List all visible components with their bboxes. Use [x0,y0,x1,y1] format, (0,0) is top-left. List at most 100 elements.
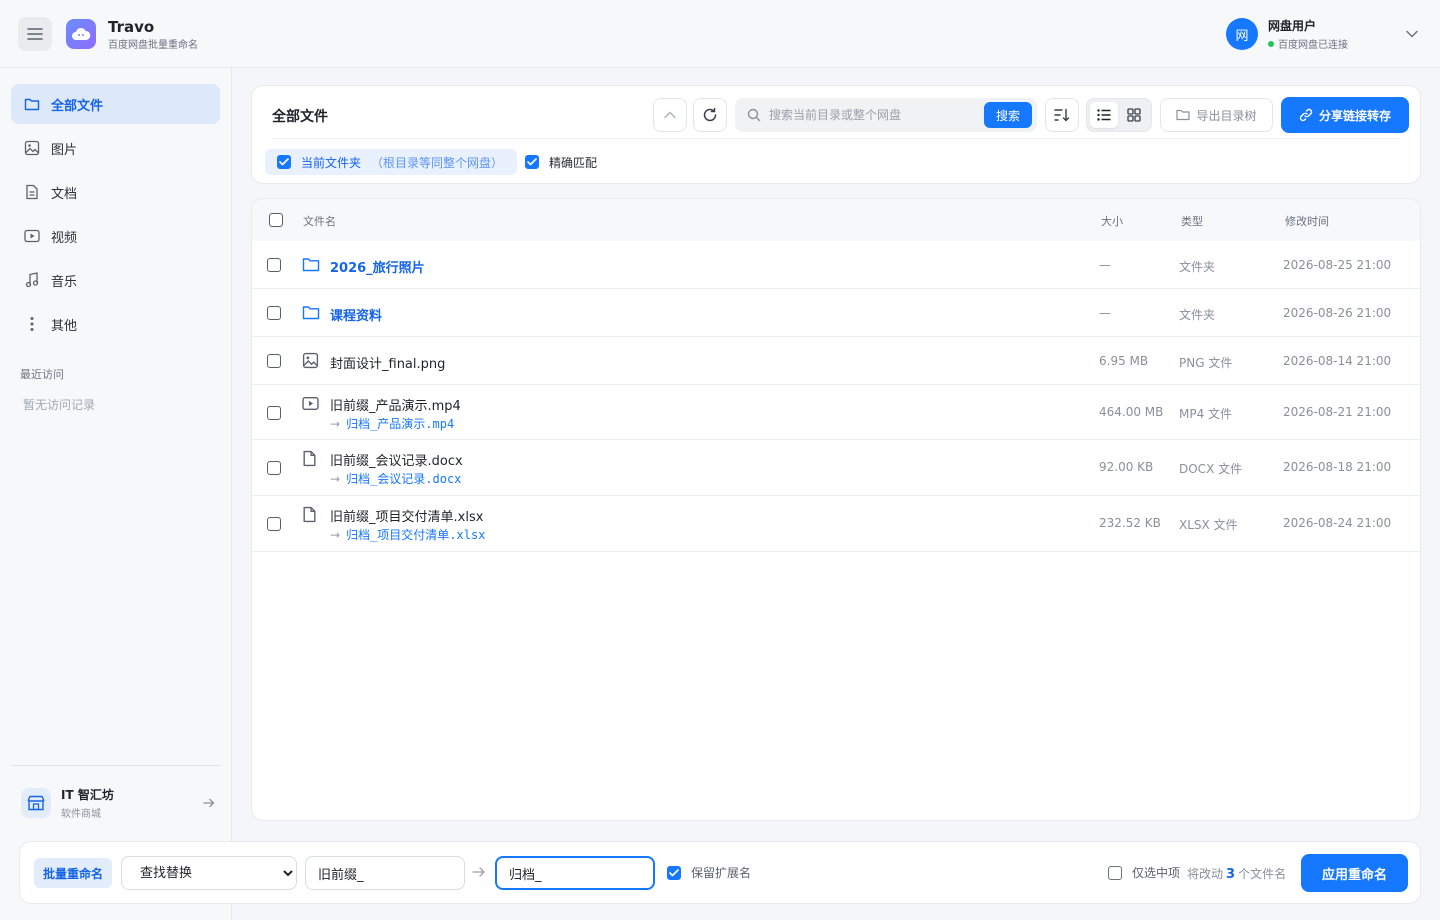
file-type: 文件夹 [1179,260,1216,274]
sidebar-item-music[interactable]: 音乐 [11,260,220,300]
search-button[interactable]: 搜索 [984,102,1032,128]
arrow-right-icon [203,798,215,808]
video-icon [23,227,41,245]
row-checkbox[interactable] [267,354,281,368]
row-checkbox[interactable] [267,306,281,320]
sidebar: 全部文件 图片 文档 视频 音乐 其他 最近访问 暂无访问记录 IT 智汇坊 软… [0,68,232,920]
chevron-down-icon[interactable] [1406,30,1418,38]
file-name[interactable]: 旧前缀_会议记录.docx [330,450,463,469]
row-checkbox[interactable] [267,517,281,531]
new-file-name: 归档_项目交付清单.xlsx [346,528,486,542]
sidebar-item-documents[interactable]: 文档 [11,172,220,212]
change-count-suffix: 个文件名 [1238,867,1287,881]
cloud-logo-icon [72,27,91,40]
share-link-transfer-button[interactable]: 分享链接转存 [1281,97,1409,133]
row-checkbox[interactable] [267,258,281,272]
table-row[interactable]: 课程资料 — 文件夹 2026-08-26 21:00 [252,289,1420,337]
batch-rename-tag: 批量重命名 [34,858,112,888]
more-icon [23,315,41,333]
app-logo [66,19,96,49]
refresh-icon [703,107,717,122]
search-input[interactable] [769,106,979,124]
exact-match-toggle[interactable]: 精确匹配 [525,149,597,175]
sidebar-item-label: 音乐 [51,274,78,290]
apply-rename-button[interactable]: 应用重命名 [1301,854,1408,892]
new-file-name: 归档_产品演示.mp4 [346,417,455,431]
change-count: 将改动 3 个文件名 [1187,865,1286,882]
export-tree-button[interactable]: 导出目录树 [1160,98,1273,132]
scope-hint: （根目录等同整个网盘） [371,155,504,170]
find-input[interactable] [305,856,465,890]
document-icon [23,183,41,201]
checkbox-checked-icon [667,865,681,880]
sidebar-item-other[interactable]: 其他 [11,304,220,344]
batch-rename-bar: 批量重命名 查找替换 保留扩展名 仅选中项 将改动3个文件名 应用重命名 [19,841,1421,904]
folder-outline-icon [1176,109,1191,121]
user-info: 网盘用户 百度网盘已连接 [1268,17,1386,51]
column-size[interactable]: 大小 [1101,213,1123,229]
grid-view-button[interactable] [1120,102,1148,128]
column-mtime[interactable]: 修改时间 [1285,213,1329,229]
file-type: DOCX 文件 [1179,462,1243,476]
table-row[interactable]: 2026_旅行照片 — 文件夹 2026-08-25 21:00 [252,241,1420,289]
sort-button[interactable] [1045,98,1079,132]
file-mtime: 2026-08-24 21:00 [1283,516,1392,530]
app-subtitle: 百度网盘批量重命名 [108,40,198,51]
export-tree-label: 导出目录树 [1196,108,1257,123]
rename-mode-select[interactable]: 查找替换 [121,856,297,890]
sidebar-item-videos[interactable]: 视频 [11,216,220,256]
table-row[interactable]: 旧前缀_会议记录.docx → 归档_会议记录.docx 92.00 KB DOC… [252,440,1420,496]
list-icon [1097,109,1111,121]
user-menu[interactable]: 网 网盘用户 百度网盘已连接 [1226,17,1418,51]
table-row[interactable]: 封面设计_final.png 6.95 MB PNG 文件 2026-08-14… [252,337,1420,385]
menu-toggle-button[interactable] [18,17,52,51]
table-row[interactable]: 旧前缀_项目交付清单.xlsx → 归档_项目交付清单.xlsx 232.52 K… [252,496,1420,552]
file-name[interactable]: 旧前缀_产品演示.mp4 [330,395,461,414]
refresh-button[interactable] [693,98,727,132]
store-text: IT 智汇坊 软件商城 [61,786,191,820]
scope-label: 当前文件夹 [301,155,362,170]
scope-current-folder-toggle[interactable]: 当前文件夹 （根目录等同整个网盘） [265,149,518,175]
sidebar-item-all-files[interactable]: 全部文件 [11,84,220,124]
chevron-up-icon [664,111,676,119]
file-mtime: 2026-08-18 21:00 [1283,460,1392,474]
file-mtime: 2026-08-14 21:00 [1283,354,1392,368]
file-name[interactable]: 2026_旅行照片 [330,257,425,276]
folder-icon [302,306,320,320]
image-icon [23,139,41,157]
change-count-prefix: 将改动 [1187,867,1224,881]
row-checkbox[interactable] [267,406,281,420]
replace-input[interactable] [495,856,655,890]
file-mtime: 2026-08-25 21:00 [1283,258,1392,272]
select-all-checkbox[interactable] [269,213,283,227]
file-name[interactable]: 课程资料 [330,305,382,324]
file-type: MP4 文件 [1179,407,1233,421]
table-row[interactable]: 旧前缀_产品演示.mp4 → 归档_产品演示.mp4 464.00 MB MP4 … [252,385,1420,440]
sidebar-item-images[interactable]: 图片 [11,128,220,168]
column-name[interactable]: 文件名 [303,213,336,229]
store-name: IT 智汇坊 [61,788,114,802]
software-store-link[interactable]: IT 智汇坊 软件商城 [11,780,220,826]
search-icon [747,108,761,122]
hamburger-icon [27,28,43,40]
connection-status-text: 百度网盘已连接 [1278,40,1348,51]
sidebar-item-label: 图片 [51,142,78,158]
recent-section-title: 最近访问 [20,368,64,381]
list-view-button[interactable] [1090,102,1118,128]
arrow-right-icon: → [330,471,341,486]
app-title: Travo [108,18,155,36]
new-file-name: 归档_会议记录.docx [346,472,462,486]
column-type[interactable]: 类型 [1181,213,1203,229]
file-name[interactable]: 封面设计_final.png [330,353,445,372]
file-name[interactable]: 旧前缀_项目交付清单.xlsx [330,506,483,525]
row-checkbox[interactable] [267,461,281,475]
sidebar-item-label: 其他 [51,318,78,334]
keep-extension-toggle[interactable]: 保留扩展名 [667,864,751,881]
go-up-button[interactable] [653,98,687,132]
rename-preview: → 归档_项目交付清单.xlsx [330,526,485,543]
only-selected-toggle[interactable]: 仅选中项 [1108,864,1180,881]
exact-match-label: 精确匹配 [549,155,598,170]
toolbar-card: 全部文件 搜索 导出目录树 分享链接转存 当前文件夹 （根目录等同整个网盘） 精… [251,85,1421,184]
sidebar-item-label: 视频 [51,230,78,246]
image-icon [302,352,319,369]
